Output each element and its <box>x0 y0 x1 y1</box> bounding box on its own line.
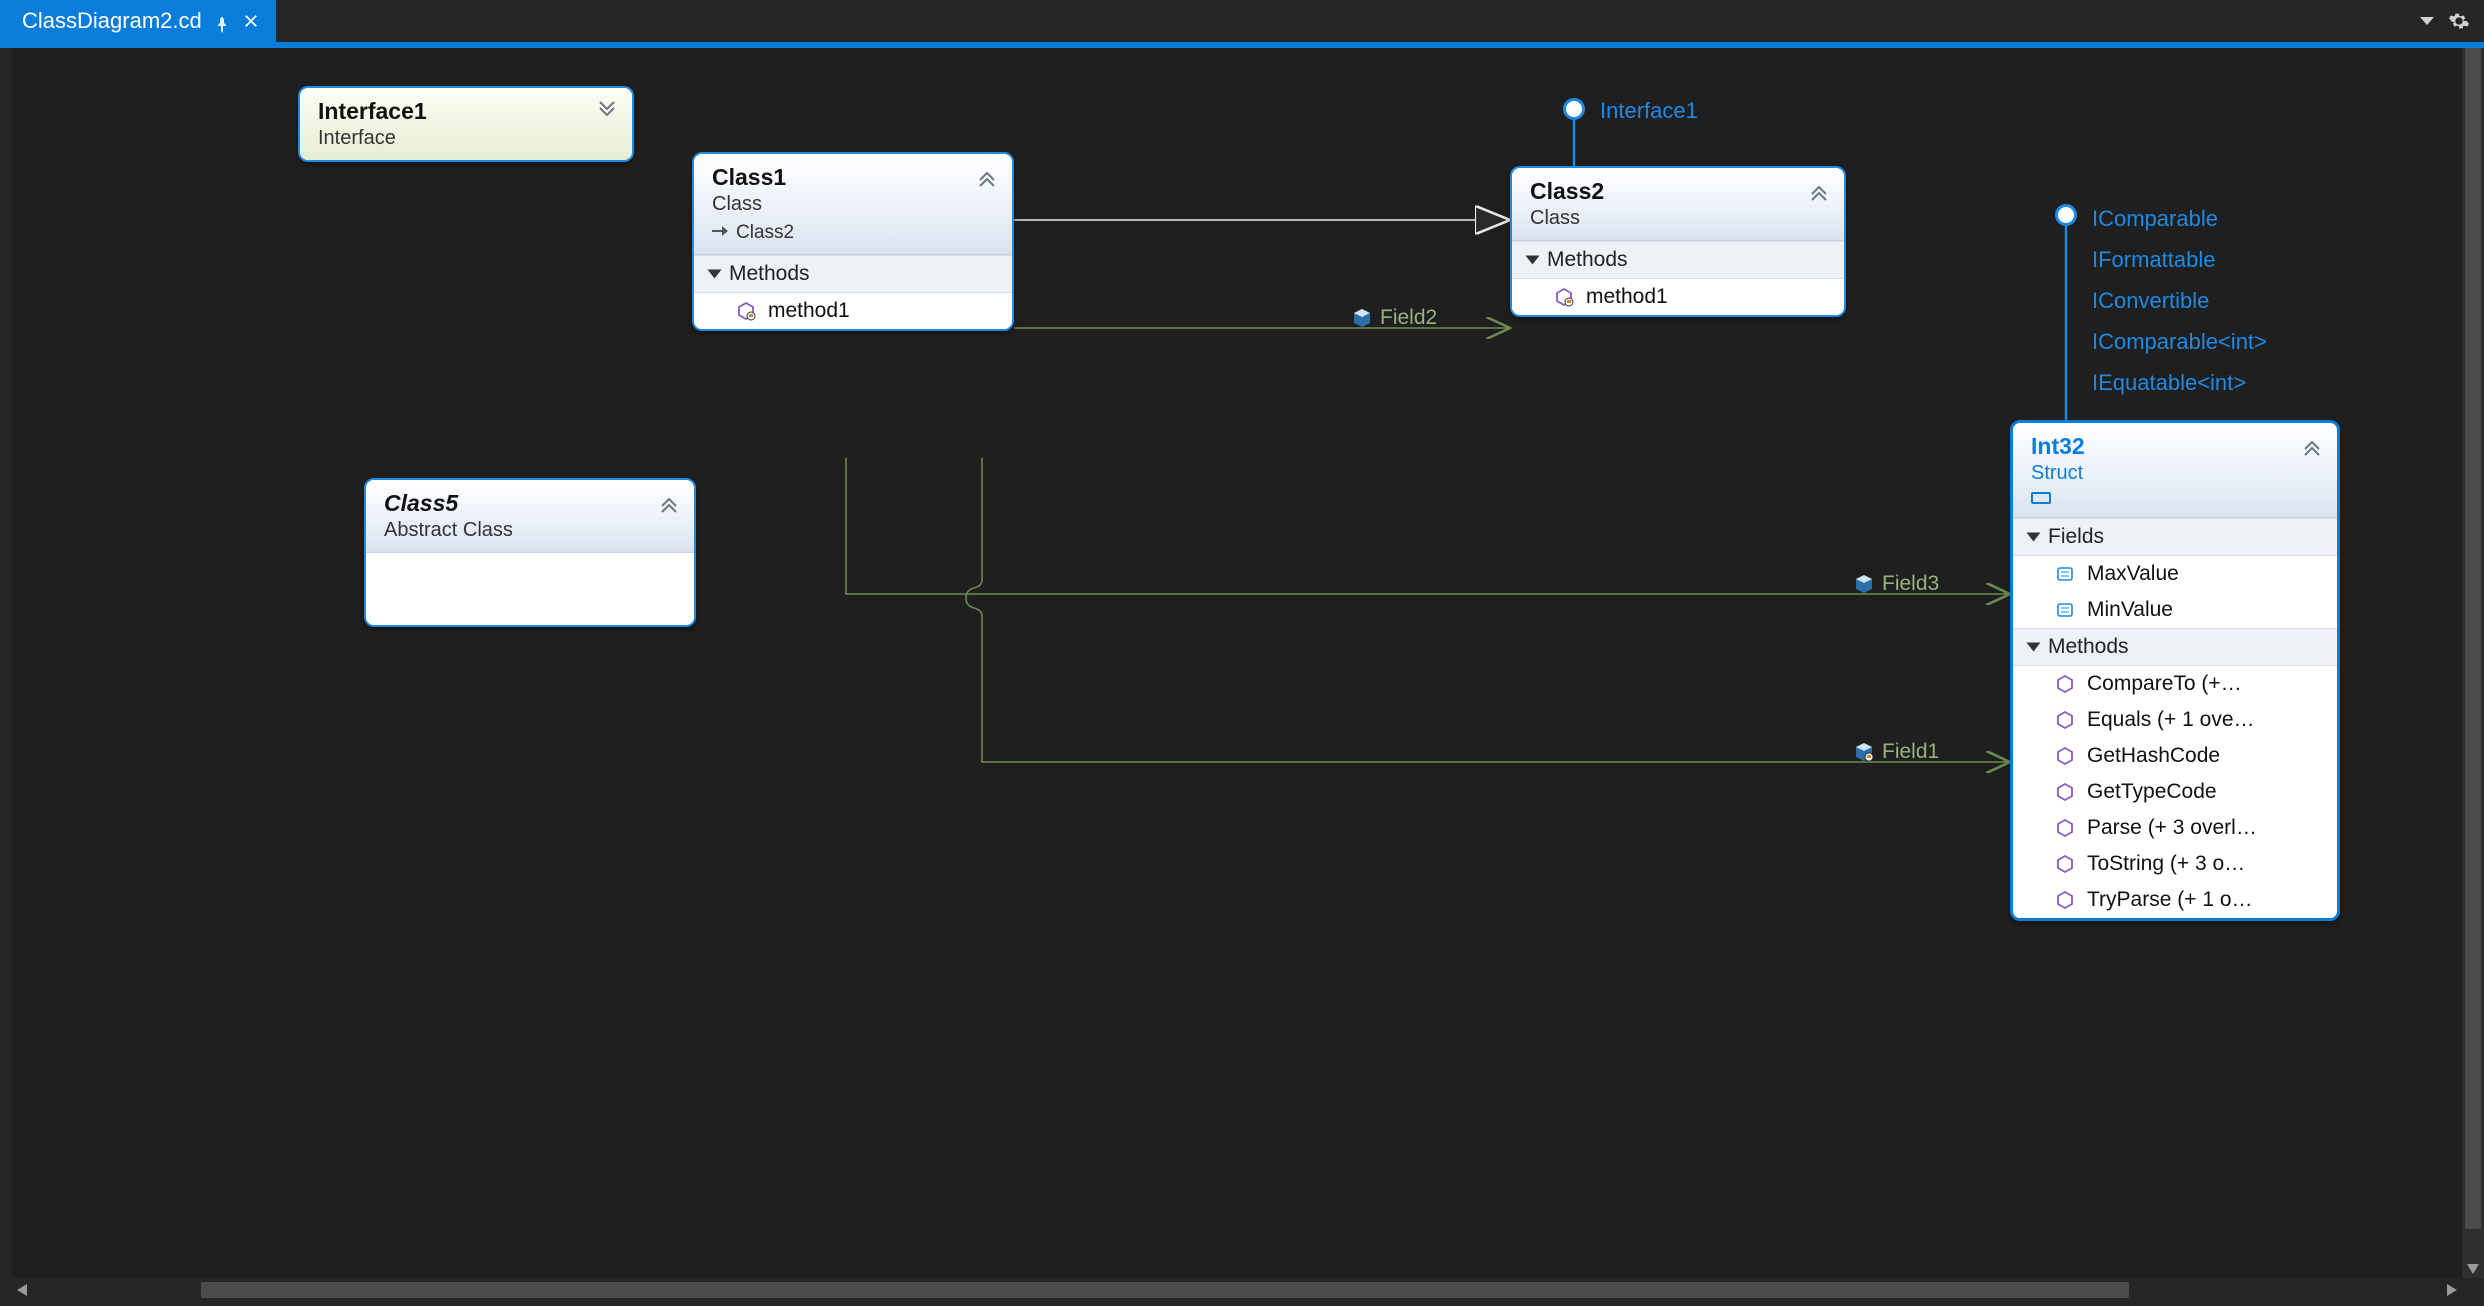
scrollbar-thumb[interactable] <box>201 1282 2129 1298</box>
interface-label: Interface1 <box>1600 98 1698 124</box>
interface-label: IFormattable <box>2092 247 2216 273</box>
node-title: Class2 <box>1530 178 1828 205</box>
dropdown-icon[interactable] <box>2420 17 2434 25</box>
interface-label: IComparable <box>2092 206 2218 232</box>
node-title: Interface1 <box>318 98 616 125</box>
close-icon[interactable] <box>242 12 260 30</box>
document-tab[interactable]: ClassDiagram2.cd <box>0 0 276 42</box>
method-icon <box>2055 890 2075 910</box>
node-stereotype: Class <box>1530 207 1828 230</box>
interface-label: IComparable<int> <box>2092 329 2267 355</box>
method-icon <box>2055 818 2075 838</box>
diagram-canvas[interactable]: Interface1 IComparable IFormattable ICon… <box>12 48 2466 1278</box>
node-title: Class5 <box>384 490 678 517</box>
node-derived: Class2 <box>712 222 996 244</box>
section-header-methods[interactable]: Methods <box>1512 241 1844 279</box>
caret-icon <box>708 270 722 279</box>
method-icon <box>2055 854 2075 874</box>
member-field[interactable]: MinValue <box>2013 592 2337 628</box>
tab-bar: ClassDiagram2.cd <box>0 0 2484 42</box>
association-label: Field2 <box>1352 306 1437 330</box>
lollipop-icon <box>2055 204 2077 226</box>
scroll-left-icon[interactable] <box>12 1280 32 1300</box>
tab-title: ClassDiagram2.cd <box>22 8 202 34</box>
node-stereotype: Interface <box>318 127 616 150</box>
method-icon <box>1554 287 1574 307</box>
section-header-fields[interactable]: Fields <box>2013 518 2337 556</box>
constant-icon <box>2055 600 2075 620</box>
member-method[interactable]: GetHashCode <box>2013 738 2337 774</box>
section-header-methods[interactable]: Methods <box>2013 628 2337 666</box>
member-method[interactable]: Equals (+ 1 ove… <box>2013 702 2337 738</box>
pin-icon[interactable] <box>214 13 230 29</box>
constant-icon <box>2055 564 2075 584</box>
vertical-scrollbar[interactable] <box>2462 48 2484 1278</box>
node-title: Class1 <box>712 164 996 191</box>
member-method[interactable]: method1 <box>694 293 1012 329</box>
field-icon <box>1854 742 1874 762</box>
field-icon <box>1352 308 1372 328</box>
node-class5[interactable]: Class5 Abstract Class <box>364 478 696 627</box>
caret-icon <box>2027 533 2041 542</box>
node-class2[interactable]: Class2 Class Methods method1 <box>1510 166 1846 317</box>
lollipop-icon <box>1563 98 1585 120</box>
node-stereotype: Struct <box>2031 462 2321 485</box>
gear-icon[interactable] <box>2448 10 2470 32</box>
horizontal-scrollbar[interactable] <box>12 1278 2462 1302</box>
node-stereotype: Abstract Class <box>384 519 678 542</box>
member-method[interactable]: CompareTo (+… <box>2013 666 2337 702</box>
struct-icon <box>2031 492 2051 504</box>
association-label: Field1 <box>1854 740 1939 764</box>
method-icon <box>2055 674 2075 694</box>
caret-icon <box>1526 256 1540 265</box>
interface-label: IEquatable<int> <box>2092 370 2246 396</box>
collapse-icon[interactable] <box>658 492 680 514</box>
scroll-right-icon[interactable] <box>2442 1280 2462 1300</box>
scroll-down-icon[interactable] <box>2462 1260 2484 1278</box>
field-icon <box>1854 574 1874 594</box>
association-label: Field3 <box>1854 572 1939 596</box>
method-icon <box>2055 710 2075 730</box>
arrow-icon <box>712 222 728 244</box>
member-method[interactable]: ToString (+ 3 o… <box>2013 846 2337 882</box>
node-title: Int32 <box>2031 433 2321 460</box>
node-interface1[interactable]: Interface1 Interface <box>298 86 634 162</box>
member-method[interactable]: TryParse (+ 1 o… <box>2013 882 2337 918</box>
node-class1[interactable]: Class1 Class Class2 Methods method1 <box>692 152 1014 331</box>
method-icon <box>2055 782 2075 802</box>
collapse-icon[interactable] <box>2301 435 2323 457</box>
caret-icon <box>2027 643 2041 652</box>
member-field[interactable]: MaxValue <box>2013 556 2337 592</box>
tab-underline <box>0 42 2484 48</box>
scrollbar-thumb[interactable] <box>2465 48 2481 1229</box>
collapse-icon[interactable] <box>1808 180 1830 202</box>
expand-icon[interactable] <box>596 100 618 122</box>
tabbar-right-controls <box>2420 0 2484 42</box>
node-int32[interactable]: Int32 Struct Fields MaxValue MinValue <box>2010 420 2340 921</box>
node-stereotype: Class <box>712 193 996 216</box>
member-method[interactable]: Parse (+ 3 overl… <box>2013 810 2337 846</box>
member-method[interactable]: method1 <box>1512 279 1844 315</box>
member-method[interactable]: GetTypeCode <box>2013 774 2337 810</box>
method-icon <box>2055 746 2075 766</box>
section-header-methods[interactable]: Methods <box>694 255 1012 293</box>
interface-label: IConvertible <box>2092 288 2209 314</box>
collapse-icon[interactable] <box>976 166 998 188</box>
method-icon <box>736 301 756 321</box>
